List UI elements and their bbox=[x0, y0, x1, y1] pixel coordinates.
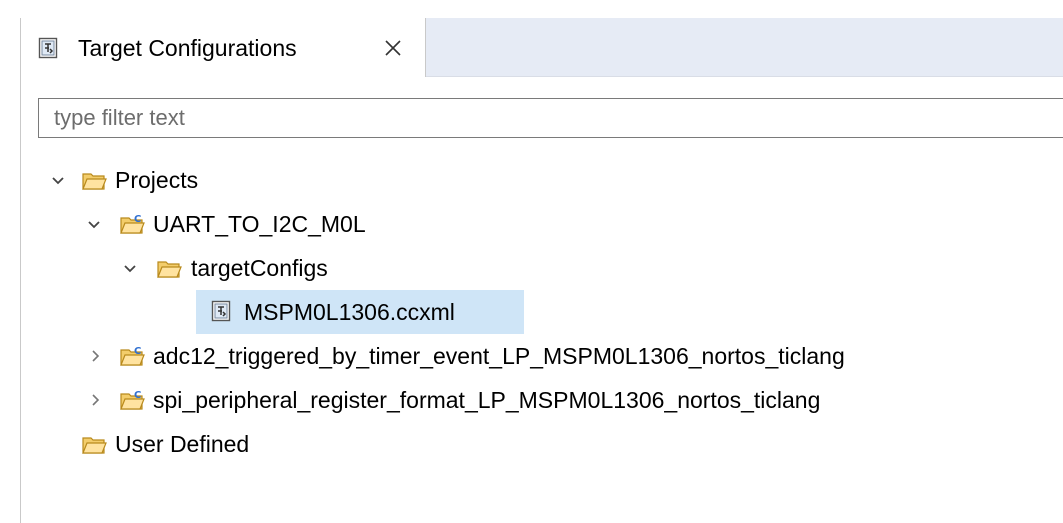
svg-text:C: C bbox=[134, 390, 141, 401]
tree-item-label: User Defined bbox=[115, 431, 250, 457]
target-configurations-view: Target Configurations Projects bbox=[20, 18, 1063, 523]
chevron-right-icon[interactable] bbox=[89, 349, 103, 363]
chevron-right-icon[interactable] bbox=[89, 393, 103, 407]
svg-text:C: C bbox=[134, 346, 141, 357]
tree-item-label: Projects bbox=[115, 167, 199, 193]
tree-item-label: adc12_triggered_by_timer_event_LP_MSPM0L… bbox=[153, 343, 845, 369]
tree-item-projects[interactable]: Projects bbox=[21, 158, 321, 202]
svg-text:C: C bbox=[134, 214, 141, 225]
tree-item-label: MSPM0L1306.ccxml bbox=[244, 299, 455, 325]
chevron-down-icon[interactable] bbox=[123, 262, 137, 276]
folder-open-icon bbox=[157, 261, 182, 278]
close-icon[interactable] bbox=[383, 38, 403, 58]
chevron-down-icon[interactable] bbox=[87, 218, 101, 232]
tree-item-ccxml-file[interactable]: MSPM0L1306.ccxml bbox=[21, 290, 621, 334]
tree-item-target-configs[interactable]: targetConfigs bbox=[21, 246, 521, 290]
target-config-file-icon bbox=[211, 300, 231, 322]
target-config-file-icon bbox=[38, 37, 58, 59]
tree-item-spi-project[interactable]: C spi_peripheral_register_format_LP_MSPM… bbox=[21, 378, 1061, 422]
tab-title: Target Configurations bbox=[78, 35, 297, 61]
tree-item-label: spi_peripheral_register_format_LP_MSPM0L… bbox=[153, 387, 821, 413]
c-project-folder-icon: C bbox=[120, 214, 145, 234]
tree-item-uart-project[interactable]: C UART_TO_I2C_M0L bbox=[21, 202, 521, 246]
chevron-down-icon[interactable] bbox=[51, 174, 65, 188]
tree-item-adc-project[interactable]: C adc12_triggered_by_timer_event_LP_MSPM… bbox=[21, 334, 1061, 378]
folder-open-icon bbox=[82, 173, 107, 190]
view-tab-bar: Target Configurations bbox=[21, 18, 1063, 77]
tab-target-configurations[interactable]: Target Configurations bbox=[21, 18, 426, 77]
folder-open-icon bbox=[82, 437, 107, 454]
c-project-folder-icon: C bbox=[120, 390, 145, 410]
tree-item-label: targetConfigs bbox=[191, 255, 328, 281]
filter-input[interactable] bbox=[38, 98, 1063, 138]
tree-item-user-defined[interactable]: User Defined bbox=[21, 422, 321, 466]
tree-item-label: UART_TO_I2C_M0L bbox=[153, 211, 366, 237]
c-project-folder-icon: C bbox=[120, 346, 145, 366]
